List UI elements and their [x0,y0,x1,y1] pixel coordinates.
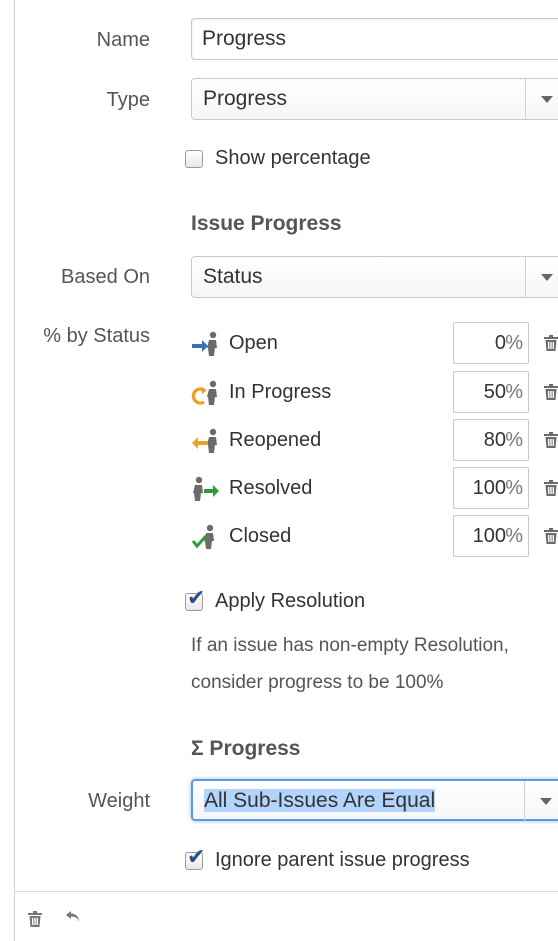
weight-select-value: All Sub-Issues Are Equal [204,789,436,812]
status-label-in-progress: In Progress [229,381,332,403]
undo-icon[interactable] [66,910,82,924]
weight-label: Weight [88,790,150,812]
based-on-label: Based On [61,266,150,288]
chevron-down-icon[interactable] [524,781,558,821]
status-label-closed: Closed [229,525,292,547]
issue-progress-title: Issue Progress [191,212,342,235]
status-row-in-progress: In Progress 50 % [191,371,558,413]
trash-icon[interactable] [28,911,42,927]
footer-divider [15,891,558,892]
sigma-progress-title: Σ Progress [191,737,301,760]
type-select-value: Progress [203,87,288,110]
name-label: Name [96,29,150,51]
status-row-resolved: Resolved 100 % [191,467,558,509]
percentage-value-resolved: 100 [472,477,506,499]
based-on-select[interactable]: Status [191,256,558,298]
percent-sign: % [505,429,523,451]
closed-status-icon [191,524,214,549]
by-status-label: % by Status [43,325,150,347]
status-label-open: Open [229,332,278,354]
based-on-select-value: Status [203,265,263,288]
status-row-closed: Closed 100 % [191,515,558,557]
percentage-input-open[interactable]: 0 % [453,322,529,364]
percentage-value-reopened: 80 [483,429,506,451]
percentage-input-reopened[interactable]: 80 % [453,419,529,461]
apply-resolution-description-2: consider progress to be 100% [191,672,444,693]
apply-resolution-label: Apply Resolution [215,590,366,612]
weight-select[interactable]: All Sub-Issues Are Equal [191,779,558,821]
ignore-parent-checkbox[interactable] [185,845,205,870]
percent-sign: % [505,332,523,354]
percentage-input-resolved[interactable]: 100 % [453,467,529,509]
show-percentage-label: Show percentage [215,147,371,169]
status-row-reopened: Reopened 80 % [191,419,558,461]
type-select[interactable]: Progress [191,78,558,120]
percent-sign: % [505,381,523,403]
apply-resolution-checkbox[interactable] [185,586,205,611]
percentage-value-closed: 100 [472,525,506,547]
chevron-down-icon[interactable] [525,79,558,119]
reopened-status-icon [192,428,217,453]
percent-sign: % [505,477,523,499]
type-label: Type [106,89,150,111]
in-progress-status-icon [191,380,217,405]
ignore-parent-label: Ignore parent issue progress [215,849,470,871]
resolved-status-icon [193,476,219,501]
settings-panel: Name Progress Type Progress Show percent… [14,0,558,941]
status-label-reopened: Reopened [229,429,322,451]
percentage-value-in-progress: 50 [483,381,506,403]
chevron-down-icon[interactable] [525,257,558,297]
status-label-resolved: Resolved [229,477,313,499]
trash-icon[interactable] [544,432,558,448]
trash-icon[interactable] [544,335,558,351]
apply-resolution-description-1: If an issue has non-empty Resolution, [191,635,509,656]
trash-icon[interactable] [544,528,558,544]
show-percentage-checkbox[interactable] [185,150,203,168]
percentage-input-in-progress[interactable]: 50 % [453,371,529,413]
trash-icon[interactable] [544,480,558,496]
trash-icon[interactable] [544,384,558,400]
open-status-icon [192,331,217,356]
name-input[interactable]: Progress [191,18,558,60]
percent-sign: % [505,525,523,547]
status-row-open: Open 0 % [191,322,558,364]
percentage-input-closed[interactable]: 100 % [453,515,529,557]
